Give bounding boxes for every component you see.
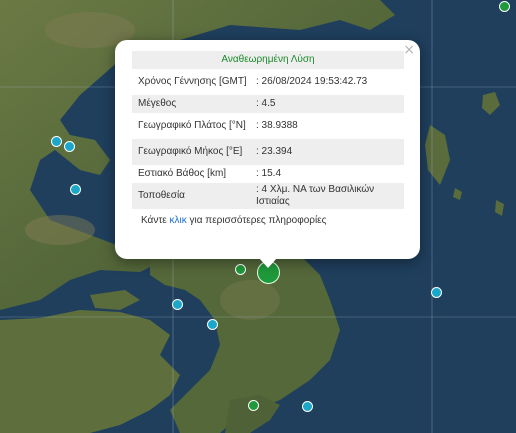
info-value: : 4 Χλμ. ΝΑ των Βασιλικών Ιστιαίας: [252, 183, 404, 209]
earthquake-info-popup: × Αναθεωρημένη Λύση Χρόνος Γέννησης [GMT…: [115, 40, 420, 259]
land-patch: [25, 215, 95, 245]
info-label: Τοποθεσία: [132, 183, 252, 209]
info-value: : 38.9388: [256, 120, 298, 131]
more-info-prefix: Κάντε: [141, 215, 170, 226]
info-value: : 26/08/2024 19:53:42.73: [256, 76, 368, 87]
earthquake-marker[interactable]: [172, 299, 183, 310]
info-label: Μέγεθος: [132, 95, 252, 113]
earthquake-marker[interactable]: [51, 136, 62, 147]
close-icon[interactable]: ×: [403, 43, 415, 57]
popup-title: Αναθεωρημένη Λύση: [132, 51, 404, 69]
earthquake-marker[interactable]: [499, 1, 510, 12]
land-patch: [220, 280, 280, 320]
earthquake-marker[interactable]: [207, 319, 218, 330]
earthquake-marker[interactable]: [248, 400, 259, 411]
info-label: Γεωγραφικό Μήκος [°E]: [132, 139, 252, 165]
earthquake-marker[interactable]: [235, 264, 246, 275]
info-value: : 15.4: [256, 168, 282, 179]
earthquake-marker[interactable]: [302, 401, 313, 412]
earthquake-marker[interactable]: [431, 287, 442, 298]
more-info-link[interactable]: κλικ: [170, 215, 187, 226]
earthquake-info-table: Αναθεωρημένη Λύση Χρόνος Γέννησης [GMT]:…: [132, 51, 404, 209]
info-label: Χρόνος Γέννησης [GMT]: [138, 76, 247, 87]
earthquake-marker[interactable]: [64, 141, 75, 152]
info-value: : 23.394: [252, 139, 404, 165]
info-value: : 4.5: [252, 95, 404, 113]
more-info-text: Κάντε κλικ για περισσότερες πληροφορίες: [132, 215, 404, 226]
earthquake-marker[interactable]: [70, 184, 81, 195]
info-label: Εστιακό Βάθος [km]: [138, 168, 227, 179]
more-info-suffix: για περισσότερες πληροφορίες: [186, 215, 327, 226]
info-label: Γεωγραφικό Πλάτος [°N]: [138, 120, 246, 131]
popup-tip: [259, 258, 277, 268]
